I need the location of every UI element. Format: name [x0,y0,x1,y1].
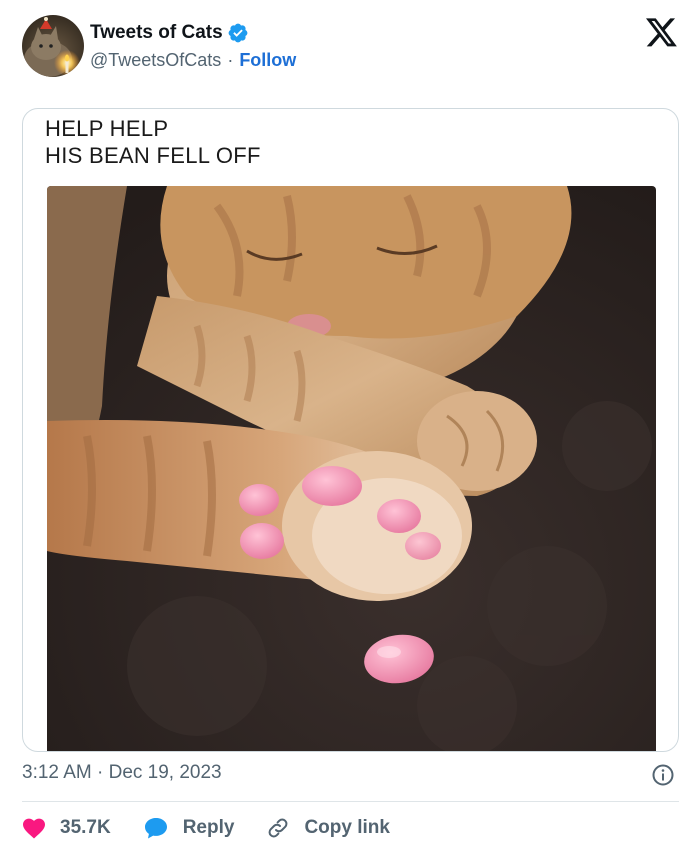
action-bar: 35.7K Reply Copy link [22,812,422,844]
tweet-embed: Tweets of Cats @TweetsOfCats · Follow HE… [0,0,700,854]
reply-label: Reply [182,817,235,838]
follow-button[interactable]: Follow [239,50,296,71]
cat-paw-photo[interactable] [47,186,656,751]
handle[interactable]: @TweetsOfCats [90,50,221,71]
meme-caption-line2: HIS BEAN FELL OFF [45,143,261,168]
info-icon[interactable] [651,763,675,787]
x-logo-icon[interactable] [646,18,678,48]
account-info: Tweets of Cats @TweetsOfCats · Follow [90,20,296,73]
divider [22,801,679,802]
display-name[interactable]: Tweets of Cats [90,22,223,44]
like-count: 35.7K [60,817,111,838]
heart-icon [23,818,45,839]
timestamp[interactable]: 3:12 AM · Dec 19, 2023 [22,762,222,784]
avatar[interactable] [22,15,84,77]
copy-link-label: Copy link [304,817,390,838]
copy-link-button[interactable]: Copy link [266,816,390,840]
meme-caption: HELP HELP HIS BEAN FELL OFF [45,115,261,169]
media-card[interactable]: HELP HELP HIS BEAN FELL OFF [22,108,679,752]
link-icon [269,818,288,838]
reply-button[interactable]: Reply [143,816,235,840]
separator-dot: · [227,49,234,70]
verified-badge-icon [227,22,249,44]
like-button[interactable]: 35.7K [22,817,111,839]
reply-bubble-icon [144,818,167,839]
meme-caption-line1: HELP HELP [45,116,169,141]
